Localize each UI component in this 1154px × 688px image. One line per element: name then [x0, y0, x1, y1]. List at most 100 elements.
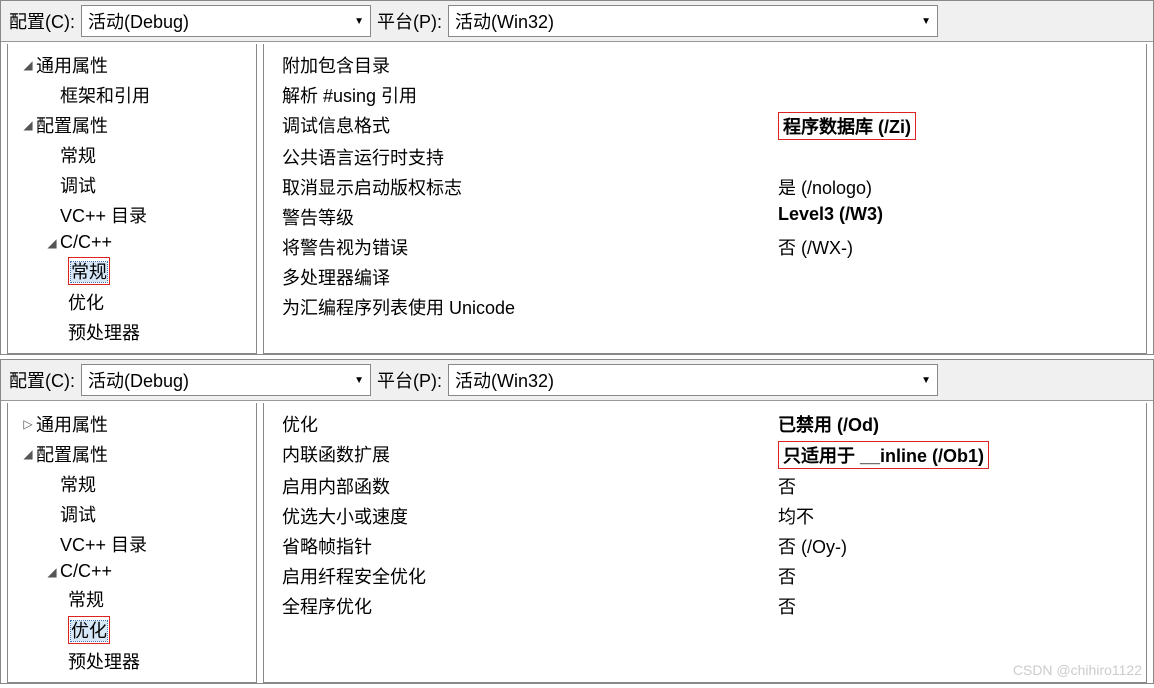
grid-row[interactable]: 将警告视为错误 否 (/WX-): [264, 232, 1146, 262]
prop-label: 为汇编程序列表使用 Unicode: [264, 294, 774, 320]
config-dropdown[interactable]: 活动(Debug) ▼: [81, 5, 371, 37]
grid-row[interactable]: 警告等级 Level3 (/W3): [264, 202, 1146, 232]
config-label: 配置(C):: [9, 8, 75, 34]
config-dropdown[interactable]: 活动(Debug) ▼: [81, 364, 371, 396]
prop-value[interactable]: Level3 (/W3): [774, 204, 1146, 230]
prop-label: 全程序优化: [264, 593, 774, 619]
prop-label: 省略帧指针: [264, 533, 774, 559]
tree-item-vcdir[interactable]: VC++ 目录: [8, 529, 256, 559]
platform-dropdown[interactable]: 活动(Win32) ▼: [448, 364, 938, 396]
tree-item-debug[interactable]: 调试: [8, 499, 256, 529]
prop-value[interactable]: [774, 52, 1146, 78]
tree-item-ccpp-pre[interactable]: 预处理器: [8, 317, 256, 347]
collapse-icon[interactable]: ◢: [44, 236, 60, 250]
prop-label: 将警告视为错误: [264, 234, 774, 260]
body-row: ◢ 通用属性 框架和引用 ◢ 配置属性 常规 调试 VC++ 目录: [1, 42, 1153, 354]
collapse-icon[interactable]: ◢: [20, 58, 36, 72]
prop-value[interactable]: 程序数据库 (/Zi): [774, 112, 1146, 140]
property-page-panel-1: 配置(C): 活动(Debug) ▼ 平台(P): 活动(Win32) ▼ ◢ …: [0, 0, 1154, 355]
prop-label: 优化: [264, 411, 774, 437]
grid-row[interactable]: 调试信息格式 程序数据库 (/Zi): [264, 110, 1146, 142]
toolbar: 配置(C): 活动(Debug) ▼ 平台(P): 活动(Win32) ▼: [1, 1, 1153, 42]
grid-row[interactable]: 省略帧指针 否 (/Oy-): [264, 531, 1146, 561]
prop-label: 解析 #using 引用: [264, 82, 774, 108]
body-row: ▷ 通用属性 ◢ 配置属性 常规 调试 VC++ 目录 ◢ C/C++: [1, 401, 1153, 683]
prop-value[interactable]: [774, 82, 1146, 108]
prop-label: 公共语言运行时支持: [264, 144, 774, 170]
toolbar: 配置(C): 活动(Debug) ▼ 平台(P): 活动(Win32) ▼: [1, 360, 1153, 401]
prop-label: 启用纤程安全优化: [264, 563, 774, 589]
tree-item-config[interactable]: ◢ 配置属性: [8, 439, 256, 469]
tree-item-ccpp[interactable]: ◢ C/C++: [8, 230, 256, 255]
property-page-panel-2: 配置(C): 活动(Debug) ▼ 平台(P): 活动(Win32) ▼ ▷ …: [0, 359, 1154, 684]
prop-label: 优选大小或速度: [264, 503, 774, 529]
expand-icon[interactable]: ▷: [20, 417, 36, 431]
prop-value[interactable]: 只适用于 __inline (/Ob1): [774, 441, 1146, 469]
watermark: CSDN @chihiro1122: [1013, 662, 1142, 678]
chevron-down-icon: ▼: [921, 375, 931, 386]
prop-value[interactable]: [774, 264, 1146, 290]
config-value: 活动(Debug): [88, 367, 189, 393]
platform-value: 活动(Win32): [455, 8, 554, 34]
grid-row[interactable]: 启用纤程安全优化 否: [264, 561, 1146, 591]
tree-item-config[interactable]: ◢ 配置属性: [8, 110, 256, 140]
tree-item-common[interactable]: ◢ 通用属性: [8, 50, 256, 80]
prop-label: 取消显示启动版权标志: [264, 174, 774, 200]
tree-item-ccpp-opt[interactable]: 优化: [8, 614, 256, 646]
grid-row[interactable]: 取消显示启动版权标志 是 (/nologo): [264, 172, 1146, 202]
grid-row[interactable]: 附加包含目录: [264, 50, 1146, 80]
chevron-down-icon: ▼: [921, 16, 931, 27]
grid-row[interactable]: 启用内部函数 否: [264, 471, 1146, 501]
prop-value[interactable]: 否: [774, 563, 1146, 589]
config-value: 活动(Debug): [88, 8, 189, 34]
grid-row[interactable]: 全程序优化 否: [264, 591, 1146, 621]
tree-item-common[interactable]: ▷ 通用属性: [8, 409, 256, 439]
prop-value[interactable]: 是 (/nologo): [774, 174, 1146, 200]
chevron-down-icon: ▼: [354, 16, 364, 27]
prop-label: 调试信息格式: [264, 112, 774, 140]
tree-item-debug[interactable]: 调试: [8, 170, 256, 200]
tree-item-ccpp-general[interactable]: 常规: [8, 255, 256, 287]
tree-item-general[interactable]: 常规: [8, 140, 256, 170]
platform-label: 平台(P):: [377, 8, 442, 34]
tree-item-framework[interactable]: 框架和引用: [8, 80, 256, 110]
grid-row[interactable]: 内联函数扩展 只适用于 __inline (/Ob1): [264, 439, 1146, 471]
chevron-down-icon: ▼: [354, 375, 364, 386]
prop-label: 附加包含目录: [264, 52, 774, 78]
grid-row[interactable]: 优化 已禁用 (/Od): [264, 409, 1146, 439]
grid-row[interactable]: 多处理器编译: [264, 262, 1146, 292]
grid-row[interactable]: 为汇编程序列表使用 Unicode: [264, 292, 1146, 322]
property-grid[interactable]: 优化 已禁用 (/Od) 内联函数扩展 只适用于 __inline (/Ob1)…: [263, 403, 1147, 683]
collapse-icon[interactable]: ◢: [20, 118, 36, 132]
prop-label: 启用内部函数: [264, 473, 774, 499]
prop-value[interactable]: 已禁用 (/Od): [774, 411, 1146, 437]
property-grid[interactable]: 附加包含目录 解析 #using 引用 调试信息格式 程序数据库 (/Zi) 公…: [263, 44, 1147, 354]
prop-value[interactable]: [774, 294, 1146, 320]
tree-item-ccpp[interactable]: ◢ C/C++: [8, 559, 256, 584]
grid-row[interactable]: 解析 #using 引用: [264, 80, 1146, 110]
prop-label: 警告等级: [264, 204, 774, 230]
tree-item-ccpp-pre[interactable]: 预处理器: [8, 646, 256, 676]
prop-value[interactable]: 否 (/WX-): [774, 234, 1146, 260]
prop-value[interactable]: 否: [774, 473, 1146, 499]
prop-value[interactable]: 否 (/Oy-): [774, 533, 1146, 559]
tree-item-vcdir[interactable]: VC++ 目录: [8, 200, 256, 230]
grid-row[interactable]: 公共语言运行时支持: [264, 142, 1146, 172]
config-label: 配置(C):: [9, 367, 75, 393]
tree-view[interactable]: ◢ 通用属性 框架和引用 ◢ 配置属性 常规 调试 VC++ 目录: [7, 44, 257, 354]
tree-view[interactable]: ▷ 通用属性 ◢ 配置属性 常规 调试 VC++ 目录 ◢ C/C++: [7, 403, 257, 683]
grid-row[interactable]: 优选大小或速度 均不: [264, 501, 1146, 531]
prop-value[interactable]: 均不: [774, 503, 1146, 529]
tree-item-ccpp-general[interactable]: 常规: [8, 584, 256, 614]
collapse-icon[interactable]: ◢: [44, 565, 60, 579]
collapse-icon[interactable]: ◢: [20, 447, 36, 461]
prop-label: 多处理器编译: [264, 264, 774, 290]
prop-value[interactable]: 否: [774, 593, 1146, 619]
prop-value[interactable]: [774, 144, 1146, 170]
tree-item-ccpp-opt[interactable]: 优化: [8, 287, 256, 317]
platform-value: 活动(Win32): [455, 367, 554, 393]
platform-label: 平台(P):: [377, 367, 442, 393]
prop-label: 内联函数扩展: [264, 441, 774, 469]
tree-item-general[interactable]: 常规: [8, 469, 256, 499]
platform-dropdown[interactable]: 活动(Win32) ▼: [448, 5, 938, 37]
